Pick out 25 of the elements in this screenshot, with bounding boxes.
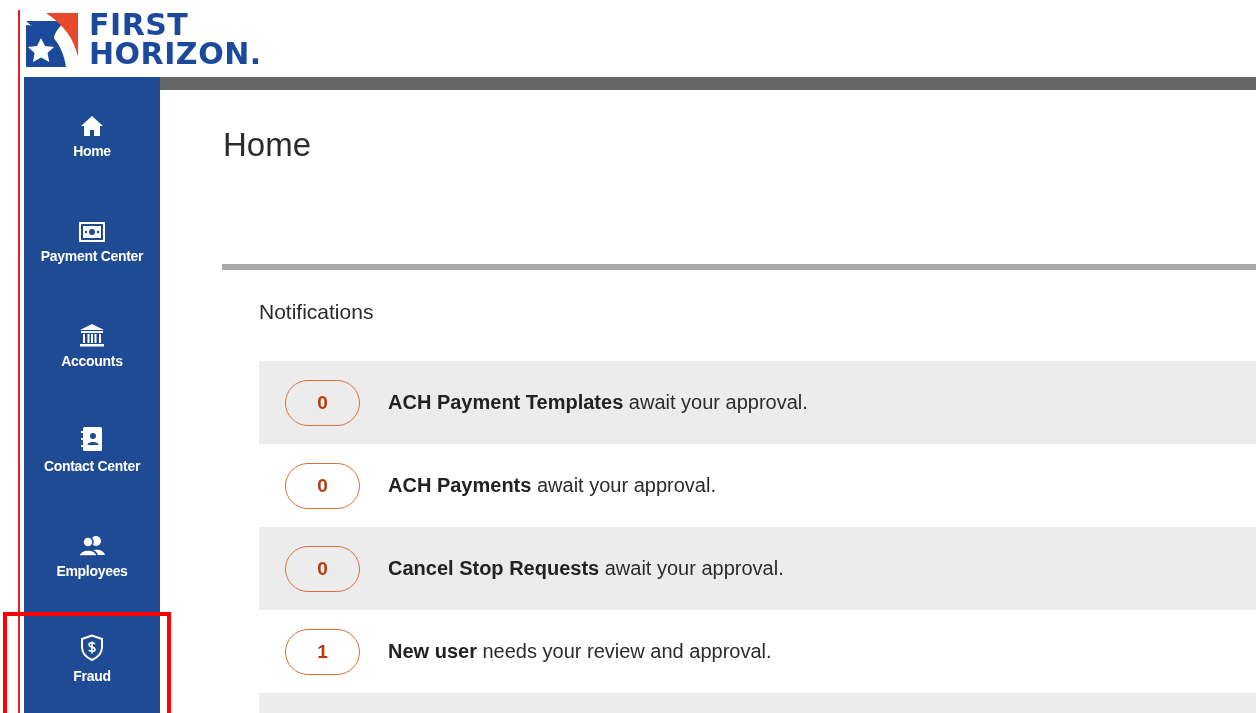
notification-text: ACH Payment Templates await your approval. [388,391,808,414]
logo-text: HORIZON. [89,38,262,68]
count-badge: 0 [285,545,360,592]
count-badge: 1 [285,628,360,675]
home-icon [80,115,104,137]
logo-text: FIRST [89,9,190,39]
nav-item[interactable]: Fraud [24,602,160,707]
nav-item[interactable]: Home [24,77,160,182]
notification-text: New user needs your review and approval. [388,640,772,663]
count-badge: 0 [285,379,360,426]
nav-item[interactable]: Employees [24,497,160,602]
people-icon [78,535,106,557]
nav-item[interactable]: Contact Center [24,392,160,497]
nav-item[interactable]: Payment Center [24,182,160,287]
banknote-icon [79,222,105,242]
shield-dollar-icon [80,634,104,662]
nav-item[interactable]: Accounts [24,287,160,392]
section-heading: Notifications [259,300,375,324]
bank-icon [79,323,105,347]
notification-text: ACH Payments await your approval. [388,474,716,497]
star-logo-icon [24,10,80,67]
count-badge: 0 [285,462,360,509]
notification-text: Cancel Stop Requests await your approval. [388,557,784,580]
address-book-icon [80,426,104,452]
page-title: Home [223,126,313,165]
